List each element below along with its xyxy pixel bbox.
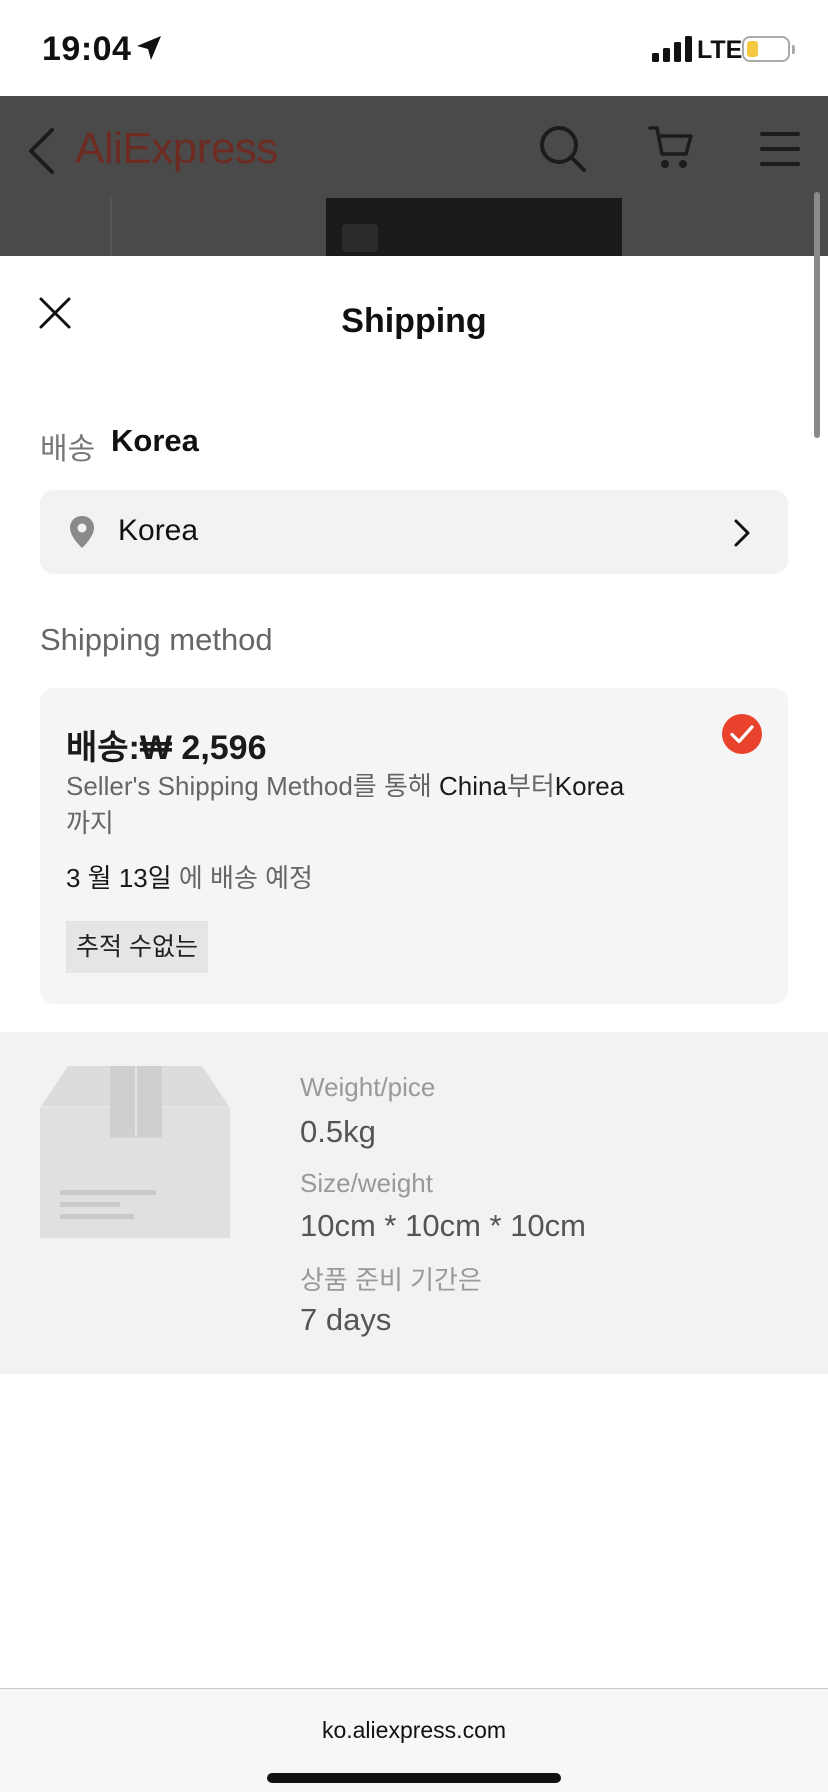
route-mid: 부터 bbox=[506, 771, 555, 801]
package-box-icon bbox=[40, 1066, 230, 1238]
delivery-date: 3 월 13일 bbox=[66, 863, 172, 893]
chevron-right-icon bbox=[734, 519, 750, 547]
location-arrow-icon bbox=[137, 36, 161, 60]
route-prefix: Seller's Shipping Method를 통해 bbox=[66, 771, 440, 801]
shipping-sheet: Shipping 배송 Korea Korea Shipping method … bbox=[0, 256, 828, 1688]
delivery-suffix: 에 배송 예정 bbox=[171, 863, 313, 893]
size-label: Size/weight bbox=[300, 1168, 433, 1198]
signal-icon bbox=[652, 36, 692, 62]
weight-label: Weight/pice bbox=[300, 1072, 436, 1102]
location-pin-icon bbox=[70, 516, 94, 548]
shipping-price: 배송:₩ 2,596 bbox=[66, 729, 267, 767]
prep-time-value: 7 days bbox=[300, 1302, 392, 1337]
home-indicator bbox=[267, 1773, 561, 1783]
battery-icon bbox=[742, 36, 790, 62]
back-chevron-icon[interactable] bbox=[24, 126, 58, 176]
browser-url-bar[interactable]: ko.aliexpress.com bbox=[0, 1688, 828, 1792]
cart-icon[interactable] bbox=[648, 122, 694, 172]
aliexpress-logo[interactable]: AliExpress bbox=[75, 124, 278, 174]
route-origin: China bbox=[439, 771, 507, 801]
url-text[interactable]: ko.aliexpress.com bbox=[0, 1717, 828, 1744]
product-image-edge bbox=[110, 198, 112, 256]
tracking-tag: 추적 수없는 bbox=[66, 921, 208, 973]
delivery-estimate: 3 월 13일 에 배송 예정 bbox=[66, 858, 313, 895]
country-selector-label: Korea bbox=[118, 514, 199, 547]
search-icon[interactable] bbox=[538, 124, 588, 174]
status-bar: 19:04 LTE bbox=[0, 0, 828, 96]
ship-to-value: Korea bbox=[111, 423, 199, 458]
product-detail bbox=[342, 224, 378, 252]
check-selected-icon bbox=[722, 714, 762, 754]
shipping-method-heading: Shipping method bbox=[40, 622, 273, 657]
weight-value: 0.5kg bbox=[300, 1114, 376, 1149]
shipping-method-option[interactable]: 배송:₩ 2,596 Seller's Shipping Method를 통해 … bbox=[40, 688, 788, 1004]
country-selector[interactable]: Korea bbox=[40, 490, 788, 574]
battery-level bbox=[747, 41, 758, 57]
battery-tip bbox=[792, 45, 795, 54]
prep-time-label: 상품 준비 기간은 bbox=[300, 1265, 482, 1295]
shipping-route-description: Seller's Shipping Method를 통해 China부터Kore… bbox=[66, 768, 666, 842]
route-suffix: 까지 bbox=[66, 808, 114, 838]
ship-to-label: 배송 bbox=[40, 433, 96, 466]
route-destination: Korea bbox=[554, 771, 625, 801]
status-time: 19:04 bbox=[42, 30, 132, 68]
product-image bbox=[326, 198, 622, 256]
scroll-indicator[interactable] bbox=[814, 192, 820, 438]
size-value: 10cm * 10cm * 10cm bbox=[300, 1208, 586, 1243]
network-type: LTE bbox=[697, 36, 743, 64]
package-info-panel: Weight/pice 0.5kg Size/weight 10cm * 10c… bbox=[0, 1032, 828, 1374]
sheet-title: Shipping bbox=[341, 302, 487, 340]
menu-icon[interactable] bbox=[760, 130, 800, 168]
app-header: AliExpress bbox=[0, 96, 828, 256]
